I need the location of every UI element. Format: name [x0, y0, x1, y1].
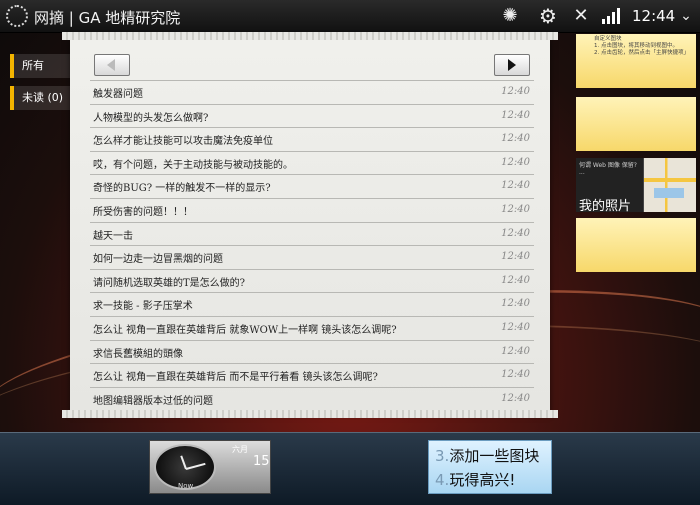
list-item[interactable]: 如何一边走一边冒黑烟的问题 12:40 [90, 245, 534, 269]
bottom-dock [0, 432, 700, 505]
list-item-title: 求信長舊模組的頭像 [93, 348, 183, 360]
getting-started-tips[interactable]: 3.添加一些图块 4.玩得高兴! [428, 440, 552, 494]
sticky-note-tile-2[interactable] [576, 218, 696, 272]
article-list-panel: 触发器问题 12:40 人物模型的头发怎么做啊? 12:40 怎么样才能让技能可以攻击魔… [62, 32, 558, 418]
calendar-day: 15 [253, 454, 270, 469]
customize-tiles-text: 自定义图块 1. 点击图块，将其移动到视图中。 2. 点击齿轮，然后点击「主屏快… [594, 36, 689, 56]
list-item-title: 奇怪的BUG? 一样的触发不一样的显示? [93, 183, 271, 195]
list-item[interactable]: 所受伤害的问题！！！ 12:40 [90, 197, 534, 222]
list-item-title: 求一技能 - 影子压掌术 [93, 301, 193, 313]
list-item[interactable]: 地图编辑器版本过低的问题 12:40 [90, 386, 534, 411]
sticky-note-tile[interactable] [576, 97, 696, 151]
app-title: 网摘 | GA 地精研究院 [34, 9, 181, 27]
list-item-title: 怎么让 视角一直跟在英雄背后 就象WOW上一样啊 镜头该怎么调呢? [93, 324, 397, 336]
chevron-down-icon[interactable]: ⌄ [674, 4, 698, 28]
list-item-time: 12:40 [501, 180, 530, 192]
list-item-title: 哎，有个问题，关于主动技能与被动技能的。 [93, 159, 293, 171]
list-item-time: 12:40 [501, 227, 530, 239]
clock-now-label: Now [178, 482, 194, 490]
app-logo-icon[interactable] [6, 5, 28, 27]
list-item-title: 所受伤害的问题！！！ [93, 206, 193, 218]
list-item-time: 12:40 [501, 156, 530, 168]
list-item[interactable]: 怎么让 视角一直跟在英雄背后 而不是平行着看 镜头该怎么调呢? 12:40 [90, 363, 534, 387]
right-arrow-icon [508, 59, 516, 71]
list-item-time: 12:40 [501, 392, 530, 404]
clock-calendar-widget[interactable]: Now 六月 15 [149, 440, 271, 494]
list-item-title: 请问随机选取英雄的T是怎么做的? [93, 277, 246, 289]
signal-icon [602, 8, 622, 24]
list-item-title: 触发器问题 [93, 89, 143, 100]
list-item[interactable]: 奇怪的BUG? 一样的触发不一样的显示? 12:40 [90, 174, 534, 198]
list-item[interactable]: 越天一击 12:40 [90, 221, 534, 246]
list-item-time: 12:40 [501, 274, 530, 286]
minute-hand [185, 462, 206, 470]
list-item-title: 地图编辑器版本过低的问题 [93, 395, 213, 407]
list-item-title: 如何一边走一边冒黑烟的问题 [93, 254, 223, 266]
list-item[interactable]: 触发器问题 12:40 [90, 80, 534, 104]
article-list: 触发器问题 12:40 人物模型的头发怎么做啊? 12:40 怎么样才能让技能可以攻击魔… [90, 80, 534, 410]
list-item-title: 越天一击 [93, 230, 133, 242]
list-item[interactable]: 哎，有个问题，关于主动技能与被动技能的。 12:40 [90, 150, 534, 175]
analog-clock-icon: Now [154, 444, 216, 490]
list-item[interactable]: 求信長舊模組的頭像 12:40 [90, 339, 534, 364]
status-bar: 网摘 | GA 地精研究院 ✺ ⚙ ✕ 12:44 ⌄ [0, 0, 700, 33]
prev-page-button[interactable] [94, 54, 130, 76]
list-item-title: 人物模型的头发怎么做啊? [93, 112, 209, 124]
sync-icon[interactable]: ✺ [498, 4, 522, 28]
filter-unread[interactable]: 未读 (0) [10, 86, 74, 110]
list-item[interactable]: 请问随机选取英雄的T是怎么做的? 12:40 [90, 268, 534, 293]
my-photos-tile[interactable]: 何谓 Web 图像 保留? ... 我的照片 [576, 158, 696, 212]
list-item-time: 12:40 [501, 203, 530, 215]
list-item-title: 怎么样才能让技能可以攻击魔法免疫单位 [93, 136, 273, 148]
list-item-time: 12:40 [501, 369, 530, 381]
next-page-button[interactable] [494, 54, 530, 76]
list-item[interactable]: 怎么样才能让技能可以攻击魔法免疫单位 12:40 [90, 127, 534, 151]
list-item-time: 12:40 [501, 86, 530, 97]
map-thumbnail [643, 158, 696, 212]
list-item-time: 12:40 [501, 109, 530, 121]
list-item-time: 12:40 [501, 251, 530, 263]
list-item[interactable]: 怎么让 视角一直跟在英雄背后 就象WOW上一样啊 镜头该怎么调呢? 12:40 [90, 315, 534, 340]
tip-line-4: 4.玩得高兴! [435, 471, 516, 489]
list-item[interactable]: 求一技能 - 影子压掌术 12:40 [90, 292, 534, 316]
list-item-time: 12:40 [501, 321, 530, 333]
left-arrow-icon [107, 59, 115, 71]
hour-hand [180, 455, 187, 470]
my-photos-label: 我的照片 [579, 199, 632, 212]
tip-line-3: 3.添加一些图块 [435, 447, 540, 465]
clock-time: 12:44 [632, 7, 676, 25]
settings-gear-icon[interactable]: ⚙ [536, 4, 560, 28]
list-item-time: 12:40 [501, 133, 530, 145]
list-item-time: 12:40 [501, 298, 530, 310]
list-item-time: 12:40 [501, 345, 530, 357]
list-item[interactable]: 人物模型的头发怎么做啊? 12:40 [90, 103, 534, 128]
filter-all[interactable]: 所有 [10, 54, 74, 78]
list-item-title: 怎么让 视角一直跟在英雄背后 而不是平行着看 镜头该怎么调呢? [93, 372, 378, 384]
photos-tile-caption: 何谓 Web 图像 保留? ... [579, 162, 637, 176]
calendar-month: 六月 [232, 445, 248, 454]
wifi-off-icon[interactable]: ✕ [569, 4, 593, 28]
customize-tiles-note[interactable]: 自定义图块 1. 点击图块，将其移动到视图中。 2. 点击齿轮，然后点击「主屏快… [576, 34, 696, 88]
